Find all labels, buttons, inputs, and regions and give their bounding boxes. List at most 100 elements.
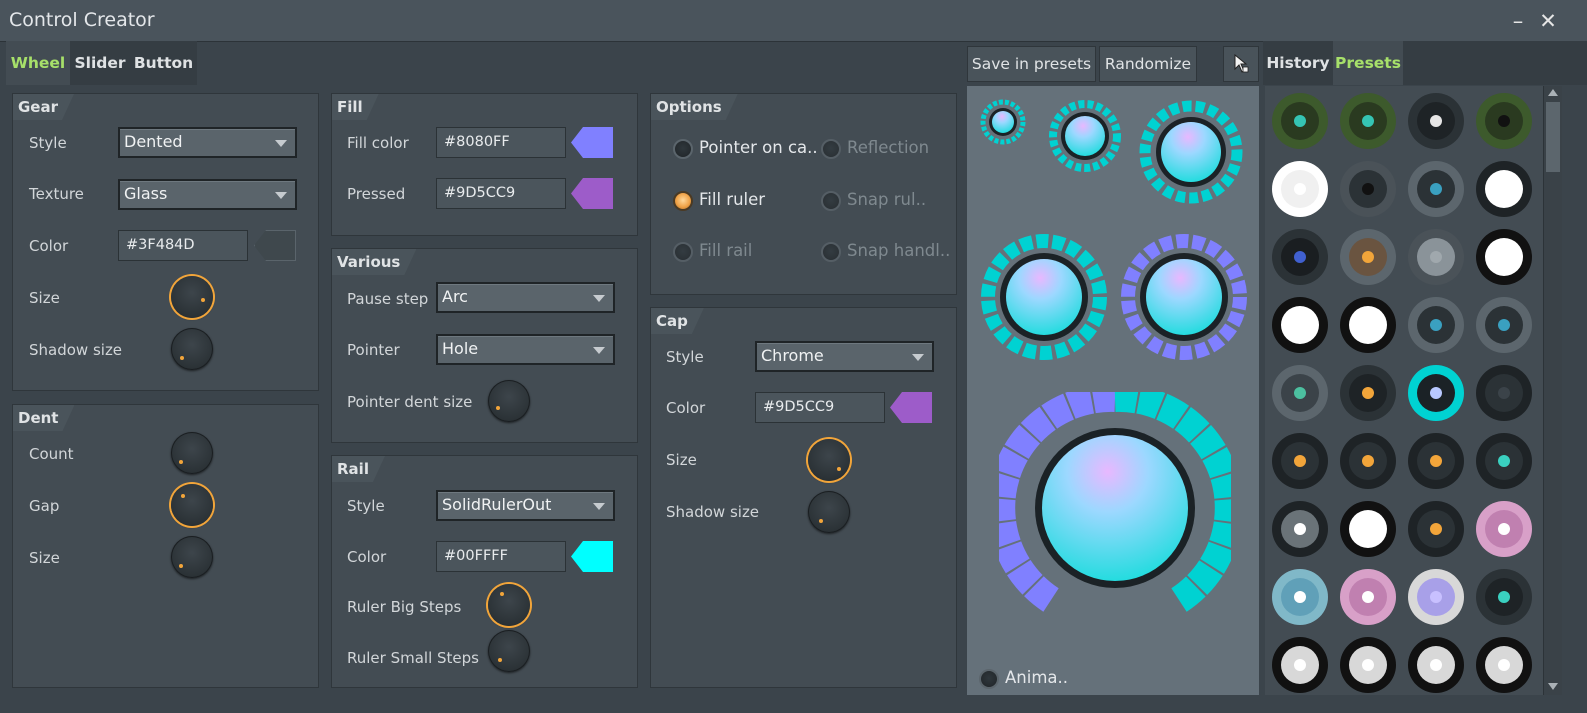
preset-green-flower-black-knob[interactable]	[1473, 90, 1535, 152]
gear-size-knob[interactable]	[171, 276, 213, 318]
gear-color-field[interactable]: #3F484D	[118, 230, 248, 261]
pressed-color-field[interactable]: #9D5CC9	[436, 178, 566, 209]
preset-pink-flower-knob[interactable]	[1473, 498, 1535, 560]
side-tab-strip: History Presets	[1263, 41, 1587, 85]
preset-tick-ring-knob[interactable]	[1405, 90, 1467, 152]
white-disc-knob-icon	[1272, 161, 1328, 217]
preset-white-gear-knob[interactable]	[1473, 158, 1535, 220]
dent-size-knob[interactable]	[171, 536, 213, 578]
rail-color-swatch[interactable]	[571, 541, 613, 572]
preset-cyan-gradient-knob[interactable]	[1405, 362, 1467, 424]
preset-pink-flower-knob[interactable]	[1337, 566, 1399, 628]
rail-panel: Rail Style SolidRulerOut Color #00FFFF R…	[331, 455, 638, 688]
pressed-color-swatch[interactable]	[571, 178, 613, 209]
tab-presets[interactable]: Presets	[1333, 41, 1403, 85]
animate-radio[interactable]	[979, 669, 999, 689]
cap-color-field[interactable]: #9D5CC9	[755, 392, 885, 423]
fill-ruler-radio[interactable]	[673, 191, 693, 211]
preset-green-flower-knob[interactable]	[1337, 90, 1399, 152]
preset-orange-pointer-knob[interactable]	[1405, 430, 1467, 492]
preset-square-dark-knob[interactable]	[1269, 226, 1331, 288]
dent-count-knob[interactable]	[171, 432, 213, 474]
preset-ticked-chrome-knob[interactable]	[1269, 498, 1331, 560]
preset-white-arc-knob[interactable]	[1269, 294, 1331, 356]
randomize-button[interactable]: Randomize	[1099, 46, 1197, 82]
preset-dark-ticked-knob[interactable]	[1337, 362, 1399, 424]
preset-dark-pointer-knob[interactable]	[1337, 158, 1399, 220]
preview-knob-rail-lavender[interactable]	[1119, 232, 1249, 362]
gear-color-swatch[interactable]	[254, 230, 296, 261]
tab-slider[interactable]: Slider	[70, 41, 130, 85]
dent-gap-knob[interactable]	[171, 484, 213, 526]
minimize-button[interactable]: –	[1505, 7, 1531, 35]
preset-chrome-spiked-knob[interactable]	[1405, 634, 1467, 695]
tab-history[interactable]: History	[1263, 41, 1333, 85]
preset-white-center-knob[interactable]	[1337, 498, 1399, 560]
preset-green-flower-knob[interactable]	[1269, 90, 1331, 152]
fill-color-field[interactable]: #8080FF	[436, 127, 566, 158]
preset-lavender-star-knob[interactable]	[1405, 566, 1467, 628]
preset-chrome-spiked-knob[interactable]	[1337, 634, 1399, 695]
preset-blue-flower-knob[interactable]	[1269, 566, 1331, 628]
pointer-dropdown[interactable]: Hole	[436, 334, 615, 365]
pointer-dent-knob[interactable]	[488, 380, 530, 422]
pointer-on-cap-radio[interactable]	[673, 139, 693, 159]
white-arc-knob-icon	[1272, 297, 1328, 353]
ruler-big-steps-knob[interactable]	[488, 584, 530, 626]
preview-knob-medium[interactable]	[1047, 98, 1123, 174]
preset-white-ring-knob[interactable]	[1473, 226, 1535, 288]
tab-wheel[interactable]: Wheel	[6, 41, 70, 85]
reflection-radio[interactable]	[821, 139, 841, 159]
gear-style-dropdown[interactable]: Dented	[118, 127, 297, 158]
snap-ruler-radio[interactable]	[821, 191, 841, 211]
cap-shadow-knob[interactable]	[808, 491, 850, 533]
fill-color-swatch[interactable]	[571, 127, 613, 158]
fill-rail-radio[interactable]	[673, 242, 693, 262]
preset-dark-arc-knob[interactable]	[1473, 362, 1535, 424]
preset-grey-knob[interactable]	[1405, 226, 1467, 288]
preset-grey-ring-knob[interactable]	[1269, 362, 1331, 424]
square-dark-knob-icon	[1272, 229, 1328, 285]
preset-dark-cyan-knob[interactable]	[1473, 430, 1535, 492]
preset-dark-star-knob[interactable]	[1473, 566, 1535, 628]
dent-size-label: Size	[29, 549, 60, 567]
save-in-presets-button[interactable]: Save in presets	[967, 46, 1096, 82]
rail-color-field[interactable]: #00FFFF	[436, 541, 566, 572]
scrollbar-thumb[interactable]	[1546, 102, 1560, 172]
preset-dark-knob[interactable]	[1269, 430, 1331, 492]
pointer-mode-button[interactable]	[1223, 46, 1259, 82]
preset-white-arc-knob[interactable]	[1337, 294, 1399, 356]
scroll-down-icon[interactable]	[1548, 683, 1558, 690]
preset-white-disc-knob[interactable]	[1269, 158, 1331, 220]
snap-ruler-label: Snap rul..	[847, 190, 927, 209]
preview-knob-small[interactable]	[979, 98, 1027, 146]
preset-chrome-spiked-knob[interactable]	[1269, 634, 1331, 695]
gear-shadow-knob[interactable]	[171, 328, 213, 370]
preview-knob-large[interactable]	[1137, 98, 1245, 206]
preset-bronze-knob[interactable]	[1337, 226, 1399, 288]
pause-step-label: Pause step	[347, 290, 429, 308]
preset-ticked-dark-knob[interactable]	[1405, 294, 1467, 356]
close-button[interactable]: ✕	[1535, 7, 1561, 35]
gear-texture-dropdown[interactable]: Glass	[118, 179, 297, 210]
pause-step-dropdown[interactable]: Arc	[436, 282, 615, 313]
preset-dark-knob[interactable]	[1337, 430, 1399, 492]
cap-color-swatch[interactable]	[890, 392, 932, 423]
presets-scrollbar[interactable]	[1543, 86, 1562, 695]
snap-handle-radio[interactable]	[821, 242, 841, 262]
preset-chrome-spiked-knob[interactable]	[1473, 634, 1535, 695]
cap-color-label: Color	[666, 399, 706, 417]
preset-dark-knob[interactable]	[1405, 498, 1467, 560]
cap-style-dropdown[interactable]: Chrome	[755, 341, 934, 372]
tab-button[interactable]: Button	[130, 41, 197, 85]
window-title: Control Creator	[9, 9, 155, 31]
preview-knob-main[interactable]	[999, 392, 1231, 624]
ruler-small-steps-knob[interactable]	[488, 630, 530, 672]
preset-ticked-dark-knob[interactable]	[1473, 294, 1535, 356]
gear-panel: Gear Style Dented Texture Glass Color #3…	[12, 93, 319, 391]
scroll-up-icon[interactable]	[1548, 89, 1558, 96]
preset-ticked-dark-knob[interactable]	[1405, 158, 1467, 220]
preview-knob-rail-cyan[interactable]	[979, 232, 1109, 362]
rail-style-dropdown[interactable]: SolidRulerOut	[436, 490, 615, 521]
cap-size-knob[interactable]	[808, 439, 850, 481]
